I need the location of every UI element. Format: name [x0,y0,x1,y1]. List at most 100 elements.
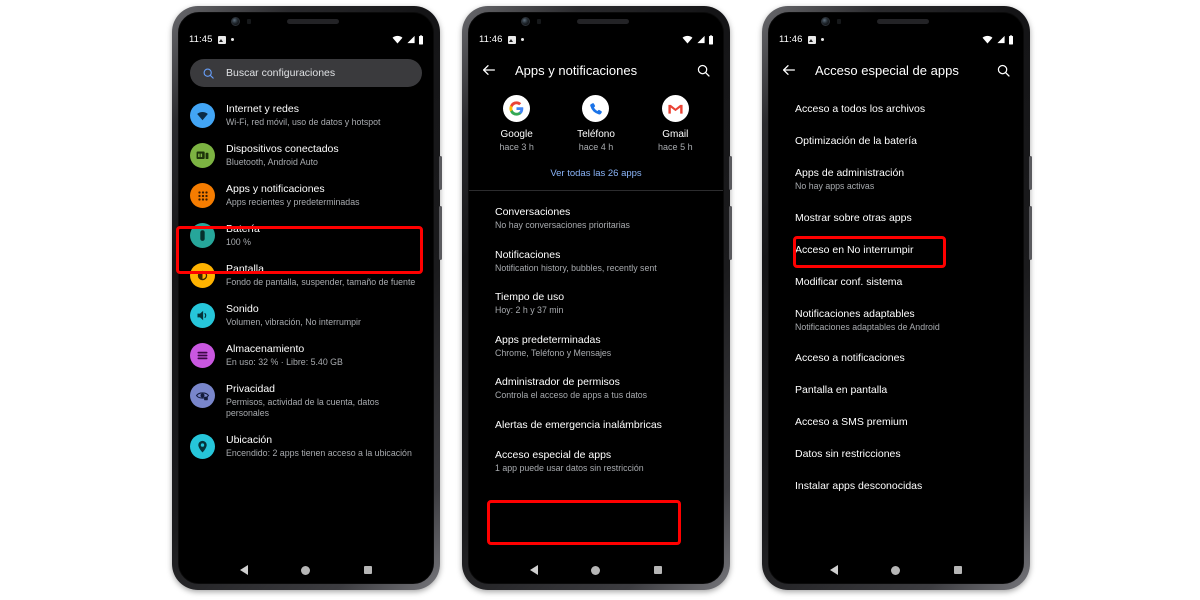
search-icon[interactable] [691,63,711,78]
phone-top-bezel [769,13,1023,30]
settings-row-storage[interactable]: Almacenamiento En uso: 32 % · Libre: 5.4… [179,335,433,375]
settings-row-title: Pantalla [226,263,264,275]
power-button[interactable] [1029,156,1032,190]
search-icon[interactable] [991,63,1011,78]
settings-row-title: Apps y notificaciones [226,183,325,195]
settings-row-subtitle: Fondo de pantalla, suspender, tamaño de … [226,277,416,287]
settings-row-battery[interactable]: Batería 100 % [179,215,433,255]
list-item-administrador-de-permisos[interactable]: Administrador de permisos Controla el ac… [469,367,723,410]
list-item-mostrar-sobre-otras-apps[interactable]: Mostrar sobre otras apps [769,202,1023,234]
app-bar: Apps y notificaciones [469,49,723,91]
list-item-subtitle: 1 app puede usar datos sin restricción [495,462,644,473]
screenshot-stage: 11:45 Buscar configuraciones Internet y … [0,0,1200,600]
search-input[interactable]: Buscar configuraciones [190,59,422,87]
nav-back-icon[interactable] [529,565,538,575]
volume-button[interactable] [1029,206,1032,260]
nav-recents-icon[interactable] [954,566,963,574]
list-item-title: Apps predeterminadas [495,333,601,346]
arrow-back-icon[interactable] [481,62,503,78]
recent-app-time: hace 4 h [578,142,614,152]
list-item-apps-administracion[interactable]: Apps de administración No hay apps activ… [769,157,1023,202]
settings-row-subtitle: 100 % [226,237,251,247]
front-camera-icon [821,17,830,26]
settings-row-display[interactable]: Pantalla Fondo de pantalla, suspender, t… [179,255,433,295]
nav-home-icon[interactable] [891,565,901,575]
nav-home-icon[interactable] [301,565,311,575]
status-bar: 11:46 [469,30,723,49]
arrow-back-icon[interactable] [781,62,803,78]
see-all-apps-link[interactable]: Ver todas las 26 apps [469,155,723,190]
recent-app-gmail[interactable]: Gmail hace 5 h [636,95,715,153]
dot-icon [230,38,234,41]
volume-button[interactable] [729,206,732,260]
settings-row-connected-devices[interactable]: Dispositivos conectados Bluetooth, Andro… [179,135,433,175]
apps-settings-list: Conversaciones No hay conversaciones pri… [469,191,723,482]
brightness-icon [190,263,215,288]
settings-row-internet[interactable]: Internet y redes Wi-Fi, red móvil, uso d… [179,95,433,135]
front-camera-icon [231,17,240,26]
status-time: 11:46 [779,34,803,45]
wifi-icon [982,35,993,44]
list-item-subtitle: No hay conversaciones prioritarias [495,220,630,230]
phone-2-apps-notifications: 11:46 Apps y notificaciones Google hace … [462,6,732,590]
list-item-modificar-conf-sistema[interactable]: Modificar conf. sistema [769,266,1023,298]
photo-icon [507,35,516,44]
list-item-acceso-todos-archivos[interactable]: Acceso a todos los archivos [769,93,1023,125]
list-item-datos-sin-restricciones[interactable]: Datos sin restricciones [769,438,1023,470]
google-icon [503,95,531,122]
nav-recents-icon[interactable] [364,566,373,574]
settings-row-subtitle: Wi-Fi, red móvil, uso de datos y hotspot [226,117,381,127]
list-item-tiempo-de-uso[interactable]: Tiempo de uso Hoy: 2 h y 37 min [469,282,723,325]
status-time: 11:46 [479,34,503,45]
recent-app-time: hace 5 h [658,142,693,152]
settings-row-title: Ubicación [226,434,273,446]
recent-app-name: Teléfono [577,129,615,140]
list-item-subtitle: No hay apps activas [795,181,875,191]
list-item-pantalla-en-pantalla[interactable]: Pantalla en pantalla [769,374,1023,406]
list-item-acceso-no-interrumpir[interactable]: Acceso en No interrumpir [769,234,1023,266]
search-placeholder: Buscar configuraciones [226,67,336,79]
wifi-icon [682,35,693,44]
signal-icon [406,35,415,44]
volume-icon [190,303,215,328]
privacy-eye-icon [190,383,215,408]
list-item-acceso-especial-de-apps[interactable]: Acceso especial de apps 1 app puede usar… [469,440,723,483]
photo-icon [807,35,816,44]
list-item-acceso-sms-premium[interactable]: Acceso a SMS premium [769,406,1023,438]
photo-icon [217,35,226,44]
list-item-title: Tiempo de uso [495,291,565,303]
nav-recents-icon[interactable] [654,566,663,574]
settings-row-title: Dispositivos conectados [226,143,339,155]
list-item-notificaciones-adaptables[interactable]: Notificaciones adaptables Notificaciones… [769,298,1023,343]
list-item-conversaciones[interactable]: Conversaciones No hay conversaciones pri… [469,197,723,240]
nav-back-icon[interactable] [829,565,838,575]
list-item-notificaciones[interactable]: Notificaciones Notification history, bub… [469,240,723,283]
settings-row-privacy[interactable]: Privacidad Permisos, actividad de la cue… [179,375,433,426]
list-item-title: Modificar conf. sistema [795,275,903,288]
settings-row-apps-notifications[interactable]: Apps y notificaciones Apps recientes y p… [179,175,433,215]
settings-row-location[interactable]: Ubicación Encendido: 2 apps tienen acces… [179,426,433,466]
search-icon [203,68,214,79]
list-item-acceso-notificaciones[interactable]: Acceso a notificaciones [769,342,1023,374]
proximity-sensor-icon [247,19,251,24]
phone-2-screen: Apps y notificaciones Google hace 3 h Te… [469,49,723,583]
recent-app-phone[interactable]: Teléfono hace 4 h [556,95,635,153]
list-item-title: Acceso especial de apps [495,448,612,461]
list-item-apps-predeterminadas[interactable]: Apps predeterminadas Chrome, Teléfono y … [469,325,723,368]
nav-home-icon[interactable] [591,565,601,575]
list-item-alertas-emergencia[interactable]: Alertas de emergencia inalámbricas [469,410,723,440]
list-item-instalar-apps-desconocidas[interactable]: Instalar apps desconocidas [769,470,1023,502]
storage-icon [190,343,215,368]
settings-row-subtitle: Volumen, vibración, No interrumpir [226,317,361,327]
power-button[interactable] [439,156,442,190]
wifi-icon [190,103,215,128]
signal-icon [696,35,705,44]
settings-row-subtitle: Bluetooth, Android Auto [226,157,318,167]
earpiece-speaker [877,19,929,24]
settings-row-sound[interactable]: Sonido Volumen, vibración, No interrumpi… [179,295,433,335]
list-item-optimizacion-bateria[interactable]: Optimización de la batería [769,125,1023,157]
nav-back-icon[interactable] [239,565,248,575]
volume-button[interactable] [439,206,442,260]
recent-app-google[interactable]: Google hace 3 h [477,95,556,153]
power-button[interactable] [729,156,732,190]
